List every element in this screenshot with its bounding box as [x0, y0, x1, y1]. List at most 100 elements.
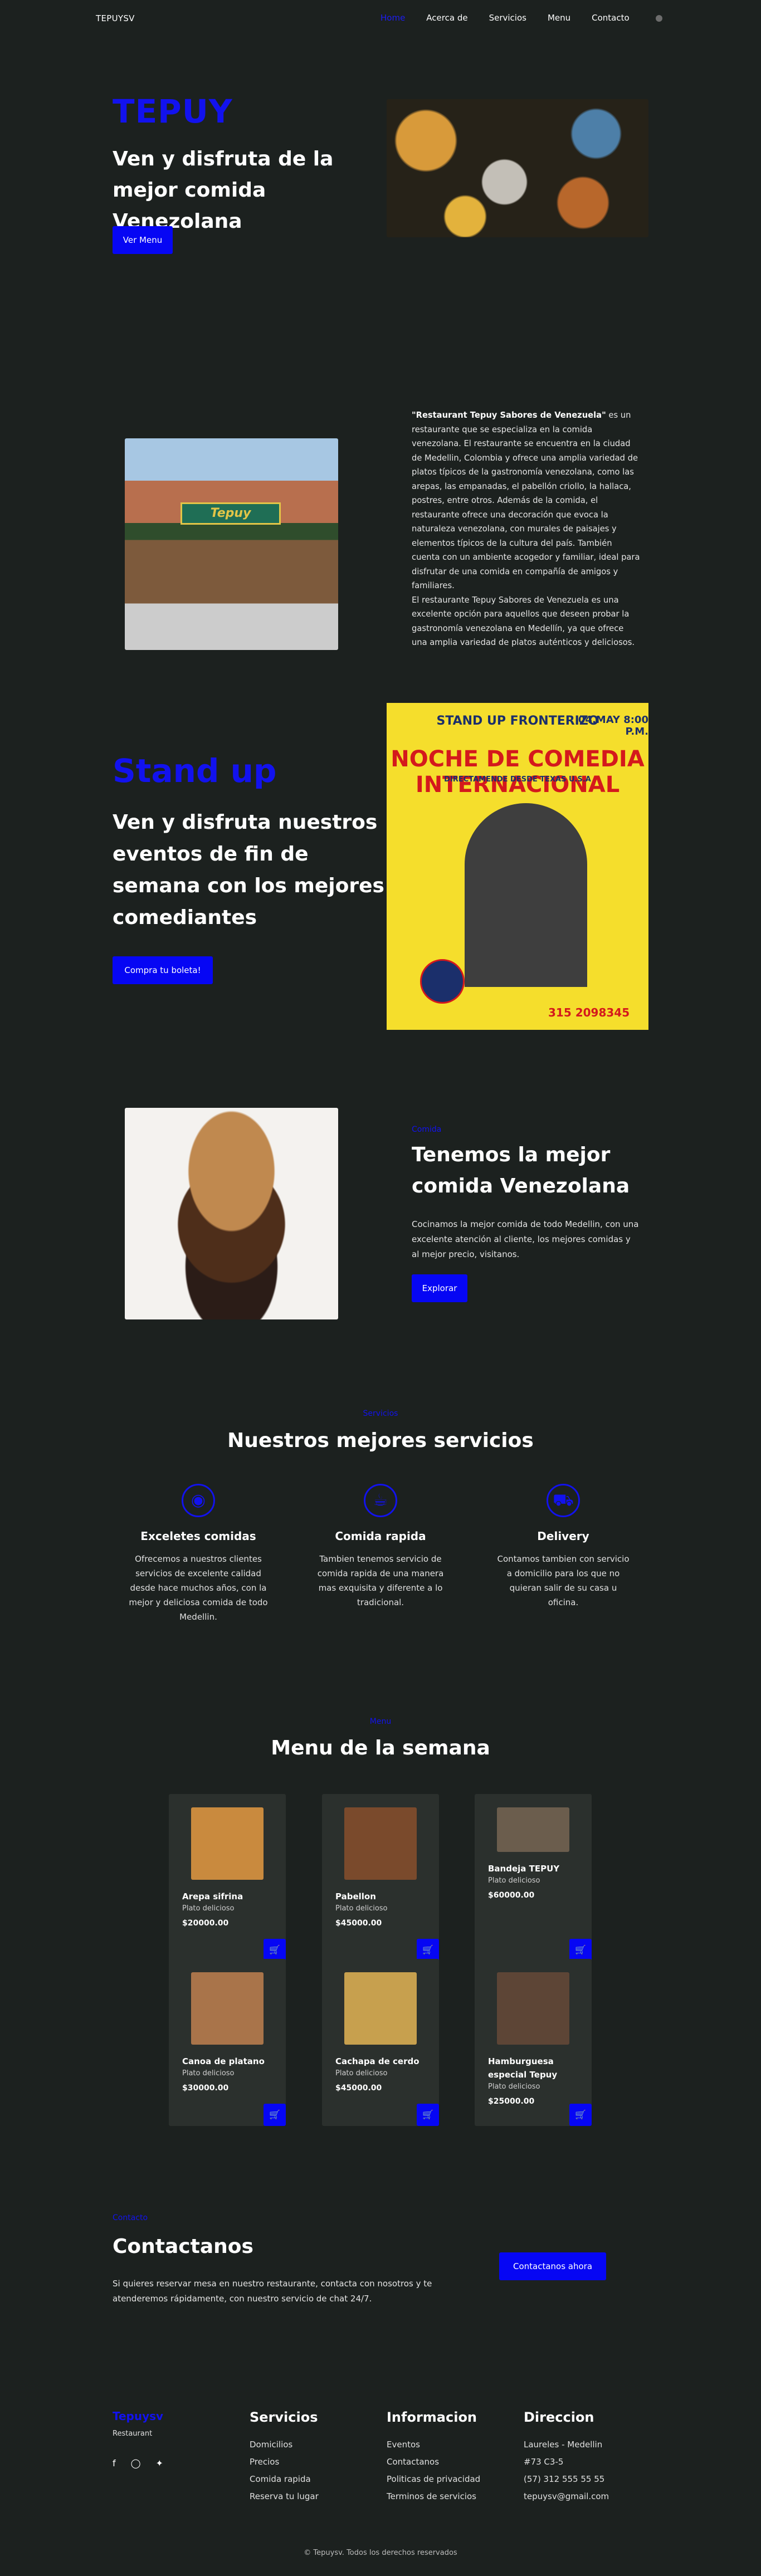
menu-card: Canoa de platano Plato delicioso $30000.… — [169, 1959, 286, 2126]
contact-now-button[interactable]: Contactanos ahora — [499, 2252, 606, 2280]
cart-icon[interactable]: 🛒 — [264, 1939, 286, 1961]
twitter-icon[interactable]: ✦ — [156, 2458, 163, 2469]
menu-title: Menu de la semana — [271, 1737, 490, 1759]
food-title: Tenemos la mejor comida Venezolana — [412, 1143, 630, 1197]
footer-link[interactable]: Precios — [250, 2457, 319, 2467]
footer-link[interactable]: Eventos — [387, 2440, 480, 2450]
standup-poster: STAND UP FRONTERIZO 04.MAY 8:00 P.M. NOC… — [387, 703, 648, 1030]
nav-services[interactable]: Servicios — [489, 13, 526, 23]
service-text: Ofrecemos a nuestros clientes servicios … — [129, 1554, 268, 1622]
menu-card: Bandeja TEPUY Plato delicioso $60000.00 … — [475, 1794, 592, 1961]
arepa-image — [125, 1108, 338, 1319]
restaurant-facade-image: Tepuy — [125, 438, 338, 650]
menu-card: Pabellon Plato delicioso $45000.00 🛒 — [322, 1794, 439, 1961]
menu-item-name: Pabellon — [335, 1891, 376, 1902]
service-title: Comida rapida — [335, 1529, 426, 1543]
service-text: Tambien tenemos servicio de comida rapid… — [317, 1554, 444, 1607]
contact-title: Contactanos — [113, 2235, 253, 2258]
menu-item-price: $20000.00 — [182, 1919, 229, 1928]
brand-title: TEPUY — [113, 92, 233, 130]
copyright: © Tepuysv. Todos los derechos reservados — [304, 2549, 457, 2557]
contact-text: Si quieres reservar mesa en nuestro rest… — [113, 2279, 432, 2304]
standup-title: Stand up — [113, 752, 277, 790]
footer-link[interactable]: Domicilios — [250, 2440, 319, 2450]
home-subtitle: Ven y disfruta de la mejor comida Venezo… — [113, 148, 334, 233]
footer-brand-sub: Restaurant — [113, 2430, 153, 2438]
poster-comedians — [465, 803, 587, 987]
cart-icon[interactable]: 🛒 — [417, 1939, 439, 1961]
nav-about[interactable]: Acerca de — [426, 13, 467, 23]
footer-brand[interactable]: Tepuysv — [113, 2409, 163, 2423]
menu-card: Hamburguesa especial Tepuy Plato delicio… — [475, 1959, 592, 2126]
menu-item-photo — [344, 1972, 417, 2045]
menu-item-name: Bandeja TEPUY — [488, 1864, 560, 1874]
view-menu-button[interactable]: Ver Menu — [113, 226, 173, 254]
nav-menu[interactable]: Menu — [548, 13, 570, 23]
menu-item-photo — [191, 1807, 264, 1880]
service-card: ⛟ Delivery Contamos tambien con servicio… — [494, 1484, 633, 1610]
delivery-truck-icon: ⛟ — [547, 1484, 580, 1517]
menu-item-desc: Plato delicioso — [182, 2069, 235, 2078]
cart-icon[interactable]: 🛒 — [417, 2104, 439, 2126]
footer-address: Direccion Laureles - Medellin #73 C3-5 (… — [524, 2409, 609, 2509]
menu-item-desc: Plato delicioso — [335, 2069, 388, 2078]
contact-label: Contacto — [113, 2213, 148, 2222]
menu-card: Cachapa de cerdo Plato delicioso $45000.… — [322, 1959, 439, 2126]
site-logo[interactable]: TEPUYSV — [96, 13, 135, 23]
menu-item-price: $25000.00 — [488, 2097, 535, 2106]
service-card: ◉ Exceletes comidas Ofrecemos a nuestros… — [129, 1484, 268, 1624]
nav-contact[interactable]: Contacto — [592, 13, 630, 23]
facebook-icon[interactable]: f — [113, 2458, 116, 2469]
cart-icon[interactable]: 🛒 — [569, 1939, 592, 1961]
food-text: Cocinamos la mejor comida de todo Medell… — [412, 1219, 639, 1259]
buy-ticket-button[interactable]: Compra tu boleta! — [113, 956, 213, 984]
food-label: Comida — [412, 1125, 442, 1134]
about-bold-name: "Restaurant Tepuy Sabores de Venezuela" — [412, 410, 606, 420]
poster-logo-badge — [420, 959, 465, 1004]
footer-services: Servicios Domicilios Precios Comida rapi… — [250, 2409, 319, 2509]
moon-icon[interactable] — [656, 15, 662, 22]
footer-info-title: Informacion — [387, 2409, 477, 2425]
menu-item-price: $45000.00 — [335, 1919, 382, 1928]
menu-label: Menu — [369, 1717, 392, 1726]
menu-item-photo — [497, 1807, 569, 1852]
explore-button[interactable]: Explorar — [412, 1274, 467, 1302]
instagram-icon[interactable]: ◯ — [131, 2458, 141, 2469]
address-line: #73 C3-5 — [524, 2457, 564, 2467]
social-links: f ◯ ✦ — [113, 2458, 163, 2469]
standup-subtitle: Ven y disfruta nuestros eventos de fin d… — [113, 811, 384, 929]
home-food-image — [387, 99, 648, 237]
footer-services-title: Servicios — [250, 2409, 318, 2425]
menu-item-price: $45000.00 — [335, 2084, 382, 2093]
services-title: Nuestros mejores servicios — [227, 1429, 534, 1452]
menu-item-photo — [191, 1972, 264, 2045]
about-text-body-2: El restaurante Tepuy Sabores de Venezuel… — [412, 595, 635, 648]
footer-link[interactable]: Terminos de servicios — [387, 2491, 480, 2501]
service-text: Contamos tambien con servicio a domicili… — [497, 1554, 630, 1607]
footer-link[interactable]: Comida rapida — [250, 2474, 319, 2484]
nav-home[interactable]: Home — [380, 13, 405, 23]
about-text-body: es un restaurante que se especializa en … — [412, 410, 640, 590]
email-address: tepuysv@gmail.com — [524, 2491, 609, 2501]
site-header: TEPUYSV Home Acerca de Servicios Menu Co… — [0, 0, 761, 39]
poster-line-2: NOCHE DE COMEDIA INTERNACIONAL — [391, 746, 645, 798]
poster-phone: 315 2098345 — [548, 1006, 630, 1019]
footer-link[interactable]: Reserva tu lugar — [250, 2491, 319, 2501]
cart-icon[interactable]: 🛒 — [569, 2104, 592, 2126]
food-plate-icon: ◉ — [182, 1484, 215, 1517]
footer-link[interactable]: Contactanos — [387, 2457, 480, 2467]
menu-item-desc: Plato delicioso — [335, 1904, 388, 1913]
footer-address-title: Direccion — [524, 2409, 594, 2425]
menu-item-name: Arepa sifrina — [182, 1891, 243, 1902]
cart-icon[interactable]: 🛒 — [264, 2104, 286, 2126]
service-card: ☕ Comida rapida Tambien tenemos servicio… — [311, 1484, 450, 1610]
footer-link[interactable]: Politicas de privacidad — [387, 2474, 480, 2484]
menu-item-photo — [344, 1807, 417, 1880]
menu-item-name: Cachapa de cerdo — [335, 2056, 419, 2066]
poster-line-3: DIRECTAMENDE DESDE TEXAS U.S.A — [444, 775, 591, 784]
service-title: Delivery — [537, 1529, 589, 1543]
phone-number: (57) 312 555 55 55 — [524, 2474, 605, 2484]
menu-item-desc: Plato delicioso — [488, 2083, 540, 2091]
fast-food-icon: ☕ — [364, 1484, 397, 1517]
services-label: Servicios — [363, 1409, 398, 1418]
